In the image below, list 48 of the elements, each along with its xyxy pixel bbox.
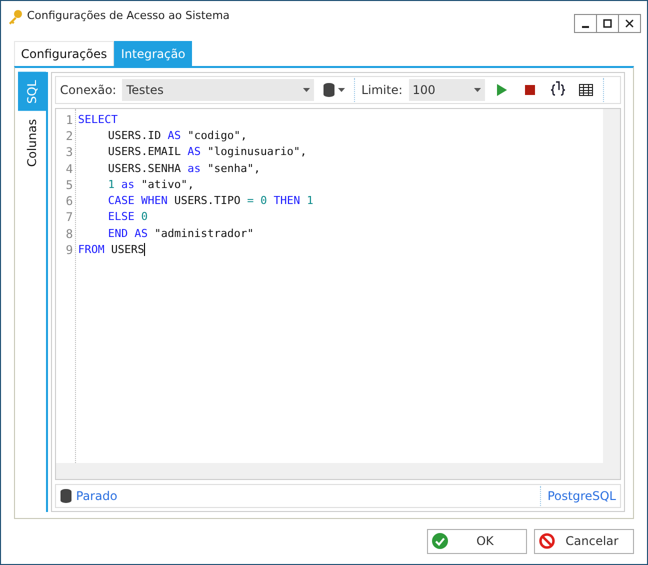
minimize-icon (582, 26, 589, 28)
connection-label: Conexão: (60, 82, 116, 97)
line-number: 5 (66, 176, 73, 194)
minimize-button[interactable] (574, 14, 597, 33)
database-icon (323, 82, 336, 97)
code-line: 1 as "ativo", (107, 176, 196, 193)
horizontal-scrollbar[interactable] (56, 462, 620, 479)
line-number: 7 (66, 209, 73, 226)
caret-icon (303, 88, 310, 92)
code-line: END AS "administrador" (107, 226, 255, 242)
limit-dropdown[interactable]: 100 (408, 78, 485, 101)
line-number: 3 (66, 144, 73, 161)
database-icon (60, 488, 72, 503)
maximize-icon (603, 19, 612, 28)
line-number: 2 (66, 128, 73, 144)
limit-label: Limite: (361, 82, 403, 97)
caret-icon (474, 88, 481, 92)
database-type-text: PostgreSQL (540, 486, 616, 506)
line-number: 6 (66, 193, 73, 210)
code-line: USERS.EMAIL AS "loginusuario", (107, 144, 308, 160)
connection-dropdown[interactable]: Testes (122, 78, 314, 101)
cancel-button[interactable]: Cancelar (534, 528, 634, 554)
check-icon (432, 533, 448, 550)
prohibited-icon (539, 533, 555, 550)
sql-editor[interactable]: 1 2 3 4 5 6 7 8 9 SELECT USERS.ID AS "codigo", USERS.EMAIL AS "loginusuario", USERS.SENHA as "senha", 1 as "ativo", CASE WHEN USERS.TIPO = 0 THEN 1 ELSE 0 END AS "administrador" FROM USERS (55, 108, 621, 480)
window-title: Configurações de Acesso ao Sistema (27, 9, 231, 22)
code-line: CASE WHEN USERS.TIPO = 0 THEN 1 (107, 193, 314, 210)
table-icon (578, 84, 593, 96)
line-number: 1 (66, 112, 73, 128)
key-icon (7, 9, 23, 25)
maximize-button[interactable] (596, 14, 619, 33)
code-line: USERS.ID AS "codigo", (107, 128, 248, 144)
vertical-scrollbar[interactable] (603, 108, 620, 463)
code-line: FROM USERS (78, 242, 146, 258)
code-line: ELSE 0 (107, 209, 149, 226)
stop-icon (524, 84, 535, 95)
line-number: 8 (66, 226, 73, 242)
status-text: Parado (76, 488, 118, 503)
close-icon (625, 19, 634, 28)
code-line: USERS.SENHA as "senha", (107, 160, 262, 177)
ok-button[interactable]: OK (427, 528, 527, 554)
close-button[interactable] (618, 14, 641, 33)
play-icon (496, 84, 507, 96)
caret-icon (338, 88, 346, 92)
line-number: 9 (66, 242, 73, 258)
tab[interactable]: Configurações (14, 40, 114, 66)
code-line: SELECT (78, 112, 119, 128)
line-number: 4 (66, 160, 73, 177)
